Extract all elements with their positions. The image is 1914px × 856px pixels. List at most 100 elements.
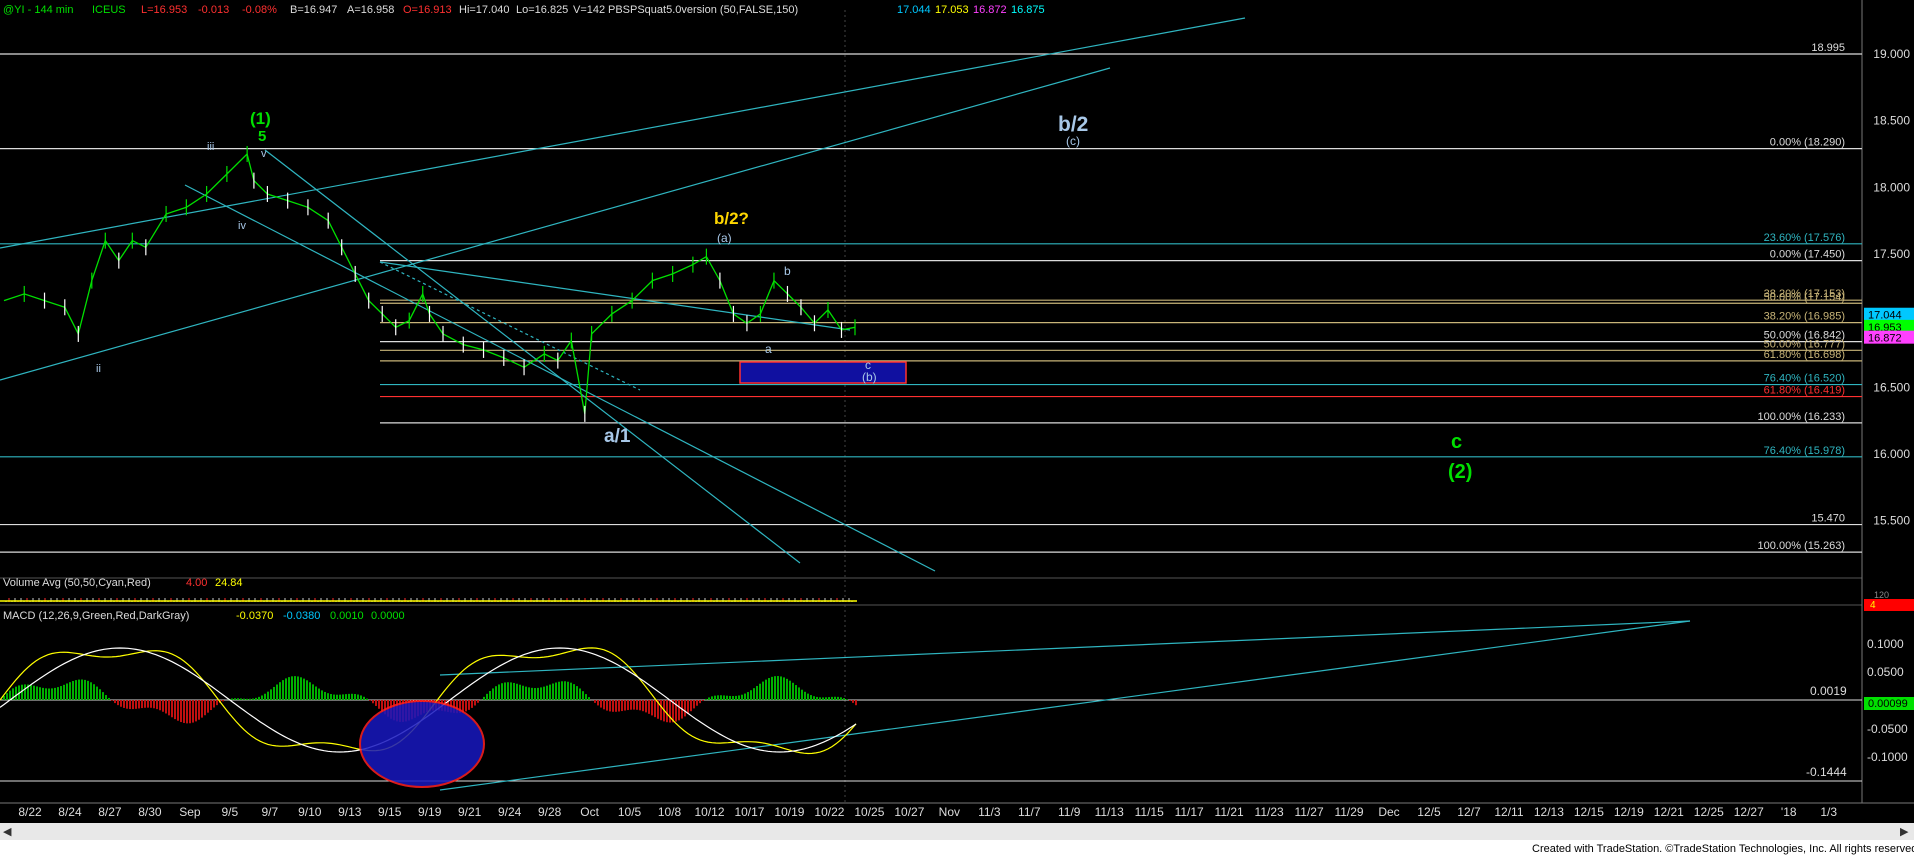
time-axis: 8/22 8/24 8/27 8/30 Sep 9/5 9/7 9/10 9/13 9/15 9/1… (18, 805, 1837, 819)
fib-label: 38.20% (16.985) (1764, 311, 1845, 323)
fib-label: 100.00% (15.263) (1758, 540, 1845, 552)
wave-label-b2q: b/2? (714, 209, 749, 228)
volume-axis-label-1: 120 (1874, 590, 1889, 600)
macd-value-2: -0.0380 (283, 610, 320, 622)
wave-label-v: v (261, 148, 267, 160)
header-vol: V=142 (573, 4, 605, 16)
channel-line (439, 620, 1691, 676)
price-axis: 19.000 18.500 18.000 17.500 16.500 16.000 15.5… (1864, 47, 1914, 528)
time-axis-label: 11/29 (1334, 805, 1363, 819)
volume-value-2: 24.84 (215, 577, 243, 589)
fib-label: 0.00% (18.290) (1770, 137, 1845, 149)
header-study-value-2: 17.053 (935, 4, 969, 16)
price-tag-label: 16.872 (1868, 333, 1902, 345)
time-axis-label: 9/28 (538, 805, 562, 819)
header-open: O=16.913 (403, 4, 452, 16)
header-change: -0.013 (198, 4, 229, 16)
wave-label-a-paren: (a) (717, 231, 732, 245)
fib-label: 50.00% (17.154) (1764, 291, 1845, 303)
wave-label-iv: iv (238, 220, 246, 232)
time-axis-label: 8/27 (98, 805, 122, 819)
time-axis-label: 12/15 (1574, 805, 1604, 819)
channel-line (379, 261, 851, 331)
time-axis-label: Dec (1378, 805, 1399, 819)
price-axis-label: 16.500 (1873, 380, 1910, 394)
macd-label: MACD (12,26,9,Green,Red,DarkGray) (3, 610, 189, 622)
time-axis-label: 8/22 (18, 805, 42, 819)
horizontal-scrollbar[interactable] (0, 823, 1914, 840)
time-axis-label: 11/21 (1215, 805, 1244, 819)
target-box (739, 361, 907, 384)
time-axis-label: 12/13 (1534, 805, 1564, 819)
fib-label: 61.80% (16.698) (1764, 349, 1845, 361)
time-axis-label: 11/3 (978, 805, 1001, 819)
price-series (3, 145, 856, 422)
time-axis-label: 9/5 (222, 805, 239, 819)
wave-label-b-paren: (b) (862, 370, 877, 384)
time-axis-label: 11/15 (1135, 805, 1164, 819)
price-axis-label: 17.500 (1873, 247, 1910, 261)
macd-current-value: 0.00099 (1868, 698, 1908, 710)
scroll-right-icon[interactable]: ▶ (1900, 826, 1909, 838)
wave-label-iii: iii (207, 141, 214, 153)
wave-label-2: (2) (1448, 461, 1472, 483)
fib-label: 0.00% (17.450) (1770, 249, 1845, 261)
macd-value-1: -0.0370 (236, 610, 273, 622)
time-axis-label: 8/24 (58, 805, 82, 819)
fib-label: 15.470 (1811, 513, 1845, 525)
volume-axis-label-2: 4 (1870, 600, 1876, 611)
header-symbol: @YI - 144 min (3, 4, 73, 16)
time-axis-label: 11/13 (1095, 805, 1124, 819)
time-axis-label: 10/17 (734, 805, 764, 819)
header-ask: A=16.958 (347, 4, 394, 16)
macd-axis-label-2: 0.0500 (1867, 665, 1904, 679)
price-axis-label: 18.500 (1873, 114, 1910, 128)
time-axis-label: 10/12 (694, 805, 724, 819)
fib-label: 100.00% (16.233) (1758, 411, 1845, 423)
header-study: PBSPSquat5.0version (50,FALSE,150) (608, 4, 798, 16)
time-axis-label: 12/25 (1694, 805, 1724, 819)
time-axis-label: 10/22 (814, 805, 844, 819)
time-axis-label: 10/25 (854, 805, 884, 819)
volume-label: Volume Avg (50,50,Cyan,Red) (3, 577, 151, 589)
time-axis-label: 11/7 (1018, 805, 1041, 819)
macd-value-3: 0.0010 (330, 610, 364, 622)
chart-canvas: 18.995 0.00% (18.290) 23.60% (17.576) 0.00%… (0, 0, 1914, 856)
wave-label-a1: a/1 (604, 426, 631, 447)
time-axis-label: 10/19 (774, 805, 804, 819)
header-study-value-4: 16.875 (1011, 4, 1045, 16)
time-axis-label: 11/23 (1255, 805, 1284, 819)
macd-highlight-ellipse (359, 700, 485, 788)
time-axis-label: 10/8 (658, 805, 682, 819)
wave-label-b: b (784, 264, 791, 278)
time-axis-label: 1/3 (1820, 805, 1837, 819)
fib-label: 61.80% (16.419) (1764, 385, 1845, 397)
time-axis-label: 9/21 (458, 805, 482, 819)
wave-label-1: (1) (250, 109, 271, 128)
macd-axis-label-4: -0.1000 (1867, 750, 1908, 764)
scroll-left-icon[interactable]: ◀ (3, 826, 12, 838)
price-axis-label: 19.000 (1873, 47, 1910, 61)
time-axis-label: 12/7 (1457, 805, 1481, 819)
header-study-value-3: 16.872 (973, 4, 1007, 16)
header-bid: B=16.947 (290, 4, 337, 16)
fib-label: 18.995 (1811, 42, 1845, 54)
header-study-value-1: 17.044 (897, 4, 931, 16)
time-axis-label: 9/13 (338, 805, 362, 819)
header-exchange: ICEUS (92, 4, 126, 16)
price-axis-label: 16.000 (1873, 447, 1910, 461)
wave-label-b2: b/2 (1058, 113, 1088, 136)
macd-area (0, 620, 1862, 791)
fib-label: 76.40% (16.520) (1764, 373, 1845, 385)
time-axis-label: 12/27 (1734, 805, 1764, 819)
wave-label-5: 5 (258, 128, 266, 145)
channel-line (0, 67, 1111, 381)
macd-hline-label-2: -0.1444 (1806, 765, 1847, 779)
fib-label: 76.40% (15.978) (1764, 445, 1845, 457)
time-axis-label: 11/27 (1295, 805, 1324, 819)
wave-label-a: a (765, 342, 772, 356)
price-axis-label: 15.500 (1873, 514, 1910, 528)
time-axis-label: Sep (179, 805, 201, 819)
time-axis-label: '18 (1781, 805, 1797, 819)
header-last: L=16.953 (141, 4, 187, 16)
